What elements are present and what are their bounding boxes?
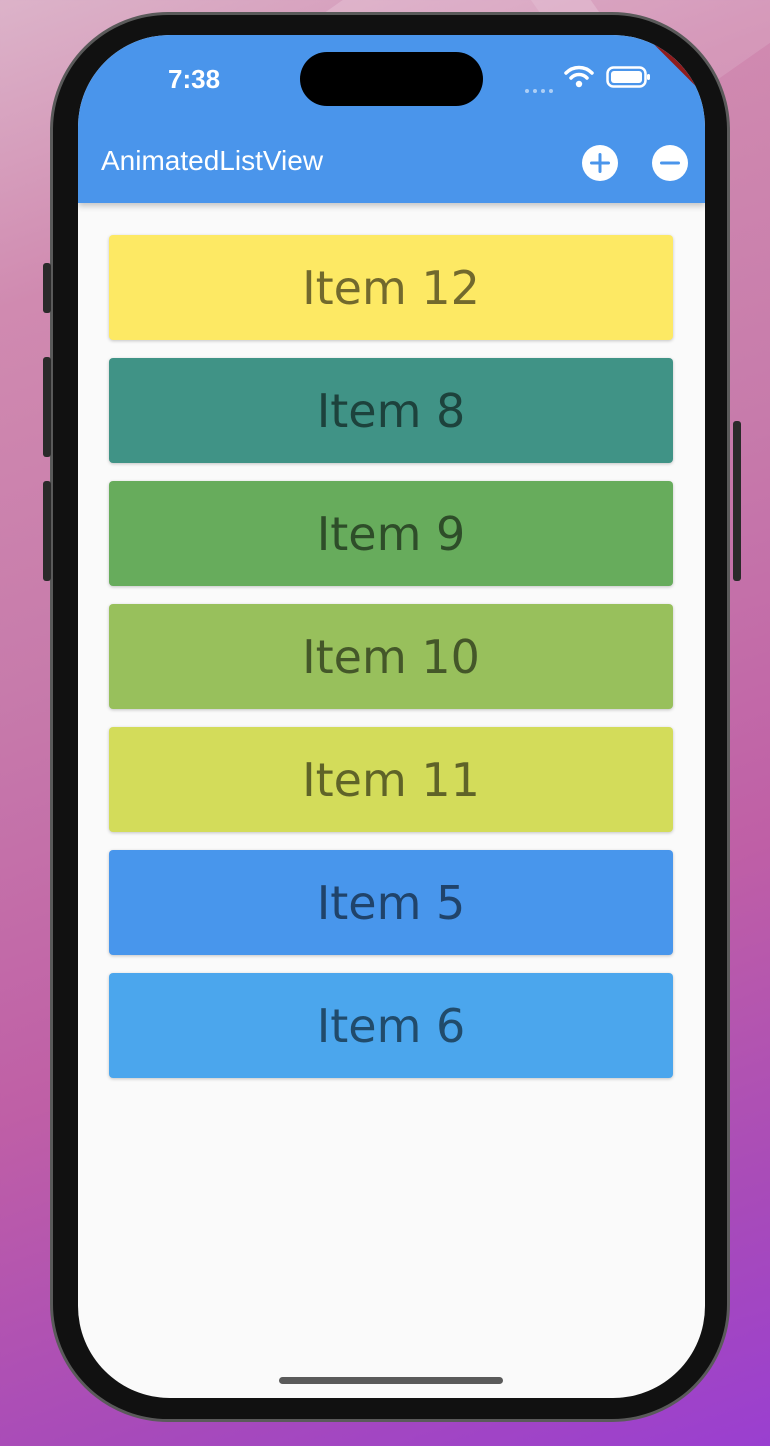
signal-icon xyxy=(524,81,554,93)
list-item[interactable]: Item 8 xyxy=(109,358,673,463)
status-time: 7:38 xyxy=(168,64,221,94)
remove-circle-icon xyxy=(660,161,680,165)
list-item[interactable]: Item 6 xyxy=(109,973,673,1078)
list-item-label: Item 10 xyxy=(302,629,480,684)
wifi-icon xyxy=(564,65,594,89)
remove-item-button[interactable] xyxy=(652,145,688,181)
list-item-label: Item 5 xyxy=(316,875,466,930)
app-screen: 7:38 AnimatedListView Item 12 Item 8 Ite… xyxy=(78,35,705,1398)
mute-switch xyxy=(43,263,51,313)
list-item-label: Item 12 xyxy=(302,260,480,315)
list-item-label: Item 9 xyxy=(316,506,466,561)
list-item[interactable]: Item 9 xyxy=(109,481,673,586)
list-item[interactable]: Item 12 xyxy=(109,235,673,340)
add-item-button[interactable] xyxy=(582,145,618,181)
dynamic-island xyxy=(300,52,483,106)
volume-up-button xyxy=(43,357,51,457)
list-item-label: Item 11 xyxy=(302,752,480,807)
app-bar: 7:38 AnimatedListView xyxy=(78,35,705,203)
list-item[interactable]: Item 5 xyxy=(109,850,673,955)
battery-icon xyxy=(606,66,652,88)
list-item-label: Item 6 xyxy=(316,998,466,1053)
power-button xyxy=(733,421,741,581)
volume-down-button xyxy=(43,481,51,581)
list-item-label: Item 8 xyxy=(316,383,466,438)
list-item[interactable]: Item 11 xyxy=(109,727,673,832)
animated-list: Item 12 Item 8 Item 9 Item 10 Item 11 It… xyxy=(109,235,673,1096)
home-indicator[interactable] xyxy=(279,1377,503,1384)
list-item[interactable]: Item 10 xyxy=(109,604,673,709)
add-circle-icon xyxy=(590,153,610,173)
app-title: AnimatedListView xyxy=(101,145,324,176)
